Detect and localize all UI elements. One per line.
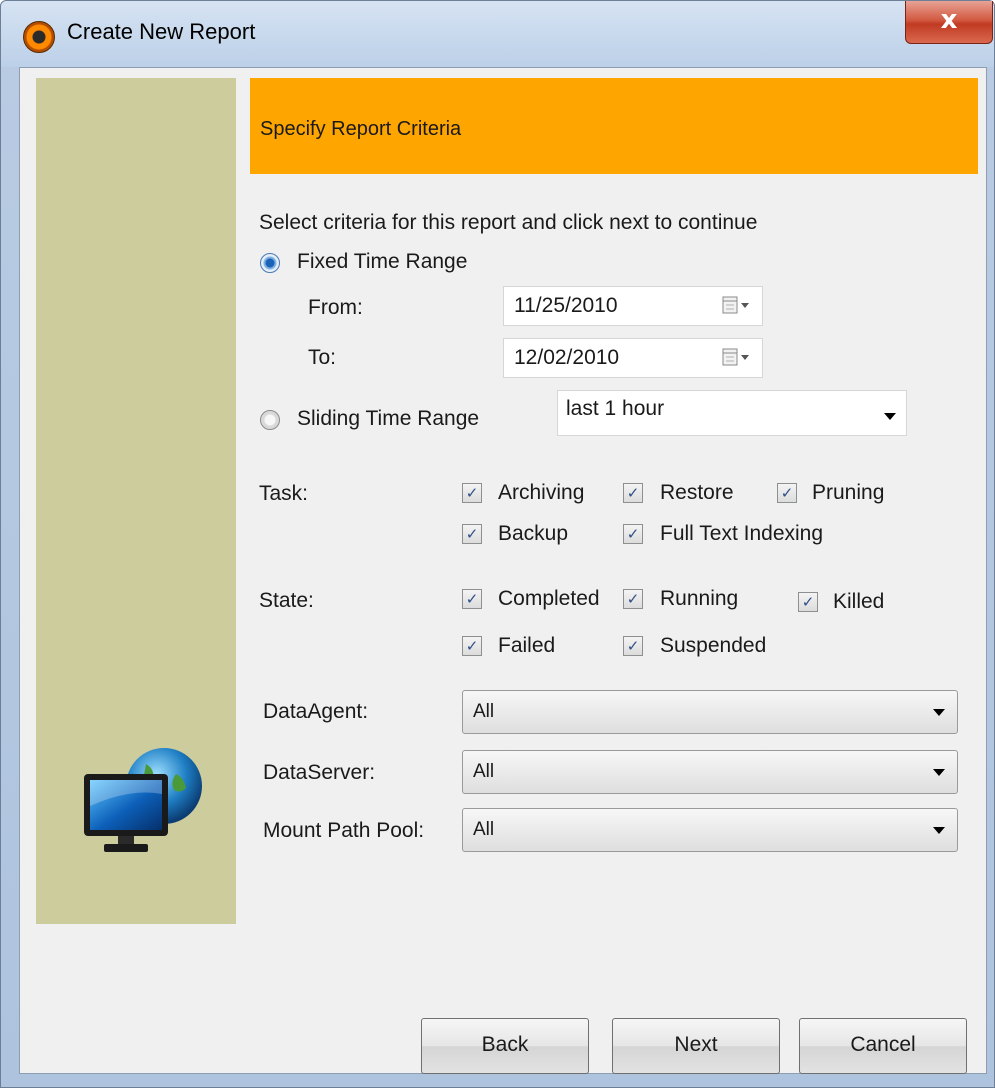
page-title: Specify Report Criteria: [260, 118, 462, 140]
task-pruning-checkbox[interactable]: ✓: [777, 483, 797, 503]
title-bar: Create New Report x: [1, 1, 994, 67]
task-archiving-label[interactable]: Archiving: [498, 481, 584, 505]
state-running-checkbox[interactable]: ✓: [623, 589, 643, 609]
sliding-range-value: last 1 hour: [566, 397, 665, 420]
to-date-value: 12/02/2010: [514, 346, 620, 369]
to-label: To:: [308, 346, 337, 369]
state-suspended-label[interactable]: Suspended: [660, 634, 766, 658]
to-date-field[interactable]: 12/02/2010: [503, 338, 763, 378]
window-title: Create New Report: [67, 19, 256, 44]
dialog-window: Create New Report x Specify Report Crite…: [0, 0, 995, 1088]
state-killed-label[interactable]: Killed: [833, 590, 884, 614]
task-backup-label[interactable]: Backup: [498, 522, 568, 546]
fixed-time-range-radio[interactable]: [260, 253, 280, 273]
state-completed-label[interactable]: Completed: [498, 587, 600, 611]
mount-path-pool-label: Mount Path Pool:: [263, 819, 425, 842]
instruction-text: Select criteria for this report and clic…: [259, 211, 758, 234]
data-agent-value: All: [473, 701, 495, 722]
fixed-time-range-label[interactable]: Fixed Time Range: [297, 250, 467, 274]
monitor-globe-icon: [84, 748, 202, 852]
state-label: State:: [259, 589, 314, 612]
data-agent-select[interactable]: All: [462, 690, 958, 734]
state-suspended-checkbox[interactable]: ✓: [623, 636, 643, 656]
task-restore-checkbox[interactable]: ✓: [623, 483, 643, 503]
close-button[interactable]: x: [905, 1, 993, 44]
next-button[interactable]: Next: [612, 1018, 780, 1074]
chevron-down-icon: [884, 413, 896, 420]
mount-path-pool-select[interactable]: All: [462, 808, 958, 852]
sliding-time-range-radio[interactable]: [260, 410, 280, 430]
task-full-text-indexing-label[interactable]: Full Text Indexing: [660, 522, 823, 546]
state-killed-checkbox[interactable]: ✓: [798, 592, 818, 612]
close-icon: x: [940, 5, 958, 35]
cancel-button[interactable]: Cancel: [799, 1018, 967, 1074]
dialog-content: Specify Report Criteria Select criteria …: [19, 67, 987, 1074]
task-archiving-checkbox[interactable]: ✓: [462, 483, 482, 503]
state-failed-checkbox[interactable]: ✓: [462, 636, 482, 656]
task-pruning-label[interactable]: Pruning: [812, 481, 884, 505]
state-completed-checkbox[interactable]: ✓: [462, 589, 482, 609]
task-restore-label[interactable]: Restore: [660, 481, 734, 505]
header-banner: Specify Report Criteria: [250, 78, 978, 174]
from-date-value: 11/25/2010: [514, 294, 618, 317]
data-server-select[interactable]: All: [462, 750, 958, 794]
task-backup-checkbox[interactable]: ✓: [462, 524, 482, 544]
chevron-down-icon: [933, 769, 945, 776]
from-date-field[interactable]: 11/25/2010: [503, 286, 763, 326]
task-full-text-indexing-checkbox[interactable]: ✓: [623, 524, 643, 544]
calendar-icon[interactable]: [722, 347, 752, 367]
sliding-time-range-label[interactable]: Sliding Time Range: [297, 407, 479, 431]
chevron-down-icon: [933, 827, 945, 834]
state-failed-label[interactable]: Failed: [498, 634, 555, 658]
chevron-down-icon: [933, 709, 945, 716]
data-agent-label: DataAgent:: [263, 700, 369, 723]
app-icon: [23, 21, 55, 53]
task-label: Task:: [259, 482, 309, 505]
state-running-label[interactable]: Running: [660, 587, 738, 611]
data-server-value: All: [473, 761, 495, 782]
side-panel: [36, 78, 236, 924]
mount-path-pool-value: All: [473, 819, 495, 840]
sliding-range-select[interactable]: last 1 hour: [557, 390, 907, 436]
back-button[interactable]: Back: [421, 1018, 589, 1074]
data-server-label: DataServer:: [263, 761, 376, 784]
from-label: From:: [308, 296, 363, 319]
calendar-icon[interactable]: [722, 295, 752, 315]
